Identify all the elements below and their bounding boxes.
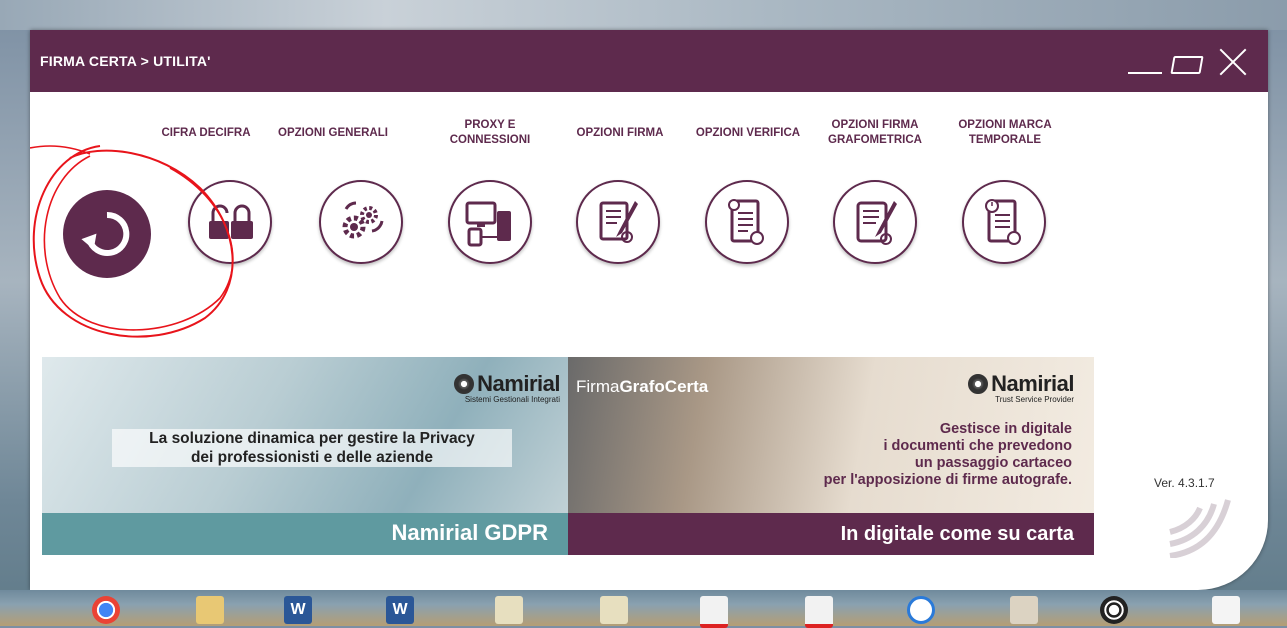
network-devices-icon <box>465 201 511 247</box>
namirial-logo-icon <box>454 374 475 394</box>
label-opzioni-firma: OPZIONI FIRMA <box>576 127 664 139</box>
firmagrafocerta-footer-text: In digitale come su carta <box>840 523 1074 545</box>
firmagrafocerta-banner-footer: In digitale come su carta <box>568 513 1094 555</box>
opzioni-firma-grafometrica-button[interactable] <box>833 180 917 264</box>
gdpr-tagline: La soluzione dinamica per gestire la Pri… <box>112 429 512 467</box>
window-title: FIRMA CERTA > UTILITA' <box>40 53 211 69</box>
refresh-icon <box>81 211 130 256</box>
app-window: FIRMA CERTA > UTILITA' CIFRA DECIFRA OPZ… <box>30 30 1268 590</box>
word-icon[interactable]: W <box>284 596 312 624</box>
label-opzioni-verifica: OPZIONI VERIFICA <box>695 127 801 139</box>
label-opzioni-firma-grafometrica: OPZIONI FIRMA GRAFOMETRICA <box>828 119 922 146</box>
title-bar[interactable]: FIRMA CERTA > UTILITA' <box>30 30 1268 92</box>
label-proxy-connessioni: PROXY E CONNESSIONI <box>449 119 531 146</box>
close-button[interactable] <box>1216 44 1250 78</box>
pdf-icon[interactable] <box>700 596 728 628</box>
gdpr-footer-text: Namirial GDPR <box>391 520 549 545</box>
opzioni-generali-button[interactable] <box>319 180 403 264</box>
opzioni-verifica-button[interactable] <box>705 180 789 264</box>
namirial-stripes-logo <box>1169 499 1231 558</box>
document-icon[interactable] <box>495 596 523 624</box>
minimize-button[interactable] <box>1128 44 1162 78</box>
gdpr-banner-footer: Namirial GDPR <box>42 513 568 555</box>
namirial-brand-right: Namirial Trust Service Provider <box>968 371 1074 404</box>
word-icon[interactable]: W <box>386 596 414 624</box>
label-opzioni-marca-temporale: OPZIONI MARCA TEMPORALE <box>958 119 1052 146</box>
refresh-button[interactable] <box>63 190 151 278</box>
opzioni-firma-button[interactable] <box>576 180 660 264</box>
namirial-brand-left: Namirial Sistemi Gestionali Integrati <box>454 371 560 404</box>
firmagrafocerta-description: Gestisce in digitale i documenti che pre… <box>823 421 1072 488</box>
version-label: Ver. 4.3.1.7 <box>1154 476 1215 490</box>
label-cifra-decifra: CIFRA DECIFRA <box>161 127 251 139</box>
document-icon[interactable] <box>600 596 628 624</box>
app-icon[interactable] <box>907 596 935 624</box>
label-opzioni-generali: OPZIONI GENERALI <box>278 127 388 139</box>
taskbar <box>0 590 1287 626</box>
proxy-connessioni-button[interactable] <box>448 180 532 264</box>
desktop-background <box>0 0 1287 30</box>
firmagrafocerta-product-name: FirmaGrafoCerta <box>576 377 709 396</box>
maximize-button[interactable] <box>1170 56 1204 74</box>
document-icon[interactable] <box>1212 596 1240 624</box>
chrome-icon[interactable] <box>92 596 120 624</box>
folder-icon[interactable] <box>196 596 224 624</box>
firmagrafocerta-banner[interactable]: FirmaGrafoCerta Namirial Trust Service P… <box>568 357 1094 555</box>
document-icon[interactable] <box>1010 596 1038 624</box>
pdf-icon[interactable] <box>805 596 833 628</box>
gears-icon <box>342 201 384 239</box>
tablet-sign-icon <box>856 201 897 245</box>
namirial-logo-icon <box>968 374 989 394</box>
gdpr-banner[interactable]: Namirial Sistemi Gestionali Integrati La… <box>42 357 568 555</box>
circle-app-icon[interactable] <box>1100 596 1128 624</box>
verify-document-icon <box>728 199 764 245</box>
timestamp-document-icon <box>985 199 1021 245</box>
cifra-decifra-button[interactable] <box>188 180 272 264</box>
padlocks-icon <box>209 204 253 239</box>
opzioni-marca-temporale-button[interactable] <box>962 180 1046 264</box>
sign-document-icon <box>599 201 638 243</box>
